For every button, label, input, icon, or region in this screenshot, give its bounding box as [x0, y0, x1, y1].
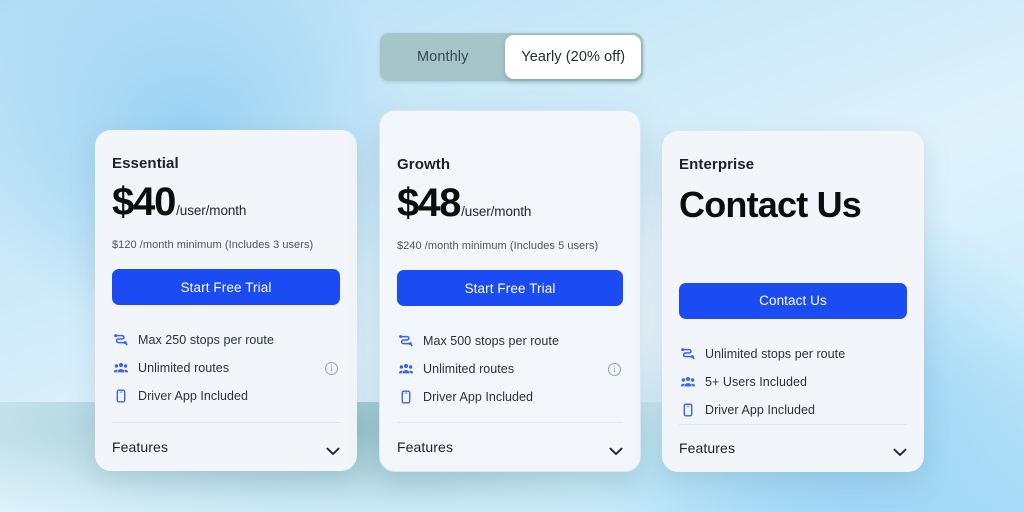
route-stops-icon — [112, 332, 129, 349]
pricing-card-growth: Growth $48 /user/month $240 /month minim… — [379, 110, 641, 472]
price-amount-essential: $40 — [112, 180, 176, 224]
feature-label: Driver App Included — [423, 390, 534, 404]
start-free-trial-button-growth[interactable]: Start Free Trial — [397, 270, 623, 306]
users-group-icon — [112, 360, 129, 377]
start-free-trial-button-essential[interactable]: Start Free Trial — [112, 269, 340, 305]
toggle-option-yearly-label: Yearly (20% off) — [521, 49, 626, 65]
feature-item: Driver App Included — [679, 396, 907, 424]
feature-label: Max 500 stops per route — [423, 334, 559, 348]
price-unit-growth: /user/month — [461, 204, 532, 219]
plan-name-growth: Growth — [397, 156, 451, 173]
feature-item: Unlimited routes i — [397, 355, 623, 383]
feature-label: 5+ Users Included — [705, 374, 807, 389]
chevron-down-icon — [326, 443, 340, 455]
chevron-down-icon — [609, 443, 623, 455]
features-accordion-essential[interactable]: Features — [112, 422, 340, 471]
route-stops-icon — [397, 333, 414, 350]
feature-item: Unlimited routes i — [112, 354, 340, 382]
mobile-phone-icon — [679, 401, 696, 418]
mobile-phone-icon — [112, 388, 129, 405]
price-note-essential: $120 /month minimum (Includes 3 users) — [112, 239, 314, 251]
feature-item: 5+ Users Included — [679, 368, 907, 396]
feature-label: Unlimited routes — [138, 361, 230, 375]
feature-label: Driver App Included — [705, 402, 816, 417]
mobile-phone-icon — [397, 389, 414, 406]
chevron-down-icon — [893, 444, 907, 456]
feature-label: Unlimited stops per route — [705, 346, 846, 361]
feature-item: Driver App Included — [112, 382, 340, 410]
features-accordion-label: Features — [112, 439, 169, 455]
feature-label: Max 250 stops per route — [138, 333, 274, 347]
toggle-option-monthly[interactable]: Monthly — [380, 33, 505, 81]
info-icon[interactable]: i — [325, 361, 338, 375]
feature-label: Unlimited routes — [423, 362, 515, 376]
features-accordion-growth[interactable]: Features — [397, 422, 623, 471]
features-accordion-label: Features — [679, 440, 736, 457]
feature-item: Driver App Included — [397, 383, 623, 411]
feature-item: Max 250 stops per route — [112, 326, 340, 354]
feature-label: Driver App Included — [138, 389, 249, 403]
toggle-option-monthly-label: Monthly — [417, 49, 469, 65]
feature-list-enterprise: Unlimited stops per route 5+ Users Inclu… — [679, 340, 907, 424]
price-row-growth: $48 /user/month — [397, 183, 623, 223]
pricing-card-enterprise: Enterprise Contact Us Contact Us Unlimit… — [662, 131, 924, 472]
feature-list-growth: Max 500 stops per route Unlimited routes… — [397, 327, 623, 411]
users-group-icon — [397, 361, 414, 378]
feature-list-essential: Max 250 stops per route Unlimited routes… — [112, 326, 340, 410]
pricing-card-essential: Essential $40 /user/month $120 /month mi… — [95, 130, 357, 471]
billing-period-toggle[interactable]: Monthly Yearly (20% off) — [380, 33, 643, 81]
feature-item: Max 500 stops per route — [397, 327, 623, 355]
users-group-icon — [679, 373, 696, 390]
price-amount-growth: $48 — [397, 181, 461, 225]
price-amount-enterprise: Contact Us — [679, 184, 862, 225]
features-accordion-label: Features — [397, 439, 454, 455]
plan-name-essential: Essential — [112, 155, 179, 172]
info-icon[interactable]: i — [608, 362, 621, 376]
feature-item: Unlimited stops per route — [679, 340, 907, 368]
price-row-essential: $40 /user/month — [112, 182, 340, 222]
price-unit-essential: /user/month — [176, 203, 247, 218]
contact-us-button-enterprise[interactable]: Contact Us — [679, 283, 907, 319]
features-accordion-enterprise[interactable]: Features — [679, 423, 907, 472]
price-note-growth: $240 /month minimum (Includes 5 users) — [397, 240, 599, 252]
toggle-option-yearly[interactable]: Yearly (20% off) — [505, 35, 641, 79]
route-stops-icon — [679, 345, 696, 362]
plan-name-enterprise: Enterprise — [679, 156, 755, 173]
